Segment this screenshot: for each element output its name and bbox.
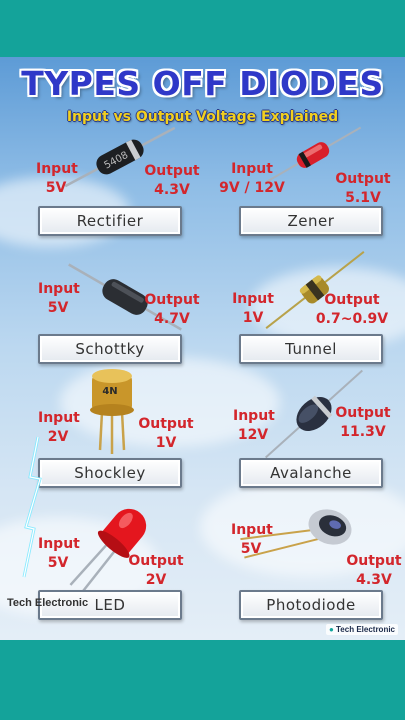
schottky-output: Output 4.7V — [144, 291, 200, 329]
photodiode-name-plate: Photodiode — [239, 590, 383, 620]
input-label: Input — [231, 522, 273, 538]
output-label: Output — [128, 553, 184, 569]
input-value: 2V — [47, 429, 69, 445]
output-label: Output — [138, 416, 194, 432]
shockley-name-plate: Shockley — [38, 458, 182, 488]
input-value: 1V — [242, 310, 264, 326]
shockley-input: Input 2V — [38, 409, 80, 447]
output-label: Output — [324, 292, 380, 308]
tunnel-name-plate: Tunnel — [239, 334, 383, 364]
input-value: 9V / 12V — [219, 180, 285, 196]
page-subtitle: Input vs Output Voltage Explained — [66, 109, 339, 125]
brand-text: Tech Electronic — [336, 625, 395, 634]
output-value: 0.7~0.9V — [315, 311, 389, 327]
output-value: 4.3V — [154, 182, 190, 198]
watermark-text: Tech Electronic — [7, 597, 89, 609]
output-label: Output — [335, 405, 391, 421]
led-output: Output 2V — [128, 552, 184, 590]
rectifier-output: Output 4.3V — [144, 162, 200, 200]
avalanche-output: Output 11.3V — [335, 404, 391, 442]
zener-output: Output 5.1V — [335, 170, 391, 208]
page-title: TYPES OFF DIODES — [21, 64, 384, 103]
photodiode-input: Input 5V — [231, 521, 273, 559]
rectifier-name-plate: Rectifier — [38, 206, 182, 236]
avalanche-name-plate: Avalanche — [239, 458, 383, 488]
led-input: Input 5V — [38, 535, 80, 573]
output-value: 11.3V — [340, 424, 386, 440]
input-value: 5V — [47, 300, 69, 316]
avalanche-input: Input 12V — [233, 407, 275, 445]
schottky-input: Input 5V — [38, 280, 80, 318]
input-label: Input — [38, 536, 80, 552]
brand-logo-icon: ● — [328, 625, 334, 634]
brand-badge: ● Tech Electronic — [325, 624, 398, 635]
output-value: 4.7V — [154, 311, 190, 327]
output-label: Output — [335, 171, 391, 187]
output-label: Output — [144, 292, 200, 308]
input-value: 12V — [237, 427, 269, 443]
input-label: Input — [232, 291, 274, 307]
diode-infographic: TYPES OFF DIODES Input vs Output Voltage… — [0, 57, 405, 640]
input-label: Input — [36, 161, 78, 177]
input-value: 5V — [45, 180, 67, 196]
schottky-name-plate: Schottky — [38, 334, 182, 364]
input-value: 5V — [240, 541, 262, 557]
input-label: Input — [38, 281, 80, 297]
input-value: 5V — [47, 555, 69, 571]
zener-name-plate: Zener — [239, 206, 383, 236]
output-value: 1V — [155, 435, 177, 451]
input-label: Input — [38, 410, 80, 426]
output-value: 4.3V — [356, 572, 392, 588]
rectifier-input: Input 5V — [36, 160, 78, 198]
shockley-output: Output 1V — [138, 415, 194, 453]
tunnel-output: Output 0.7~0.9V — [314, 291, 390, 329]
photodiode-output: Output 4.3V — [346, 552, 402, 590]
input-label: Input — [233, 408, 275, 424]
output-label: Output — [144, 163, 200, 179]
tunnel-input: Input 1V — [231, 290, 275, 328]
zener-input: Input 9V / 12V — [218, 160, 286, 198]
input-label: Input — [231, 161, 273, 177]
output-value: 2V — [145, 572, 167, 588]
output-label: Output — [346, 553, 402, 569]
rectifier-marking: 5408 — [102, 150, 130, 172]
